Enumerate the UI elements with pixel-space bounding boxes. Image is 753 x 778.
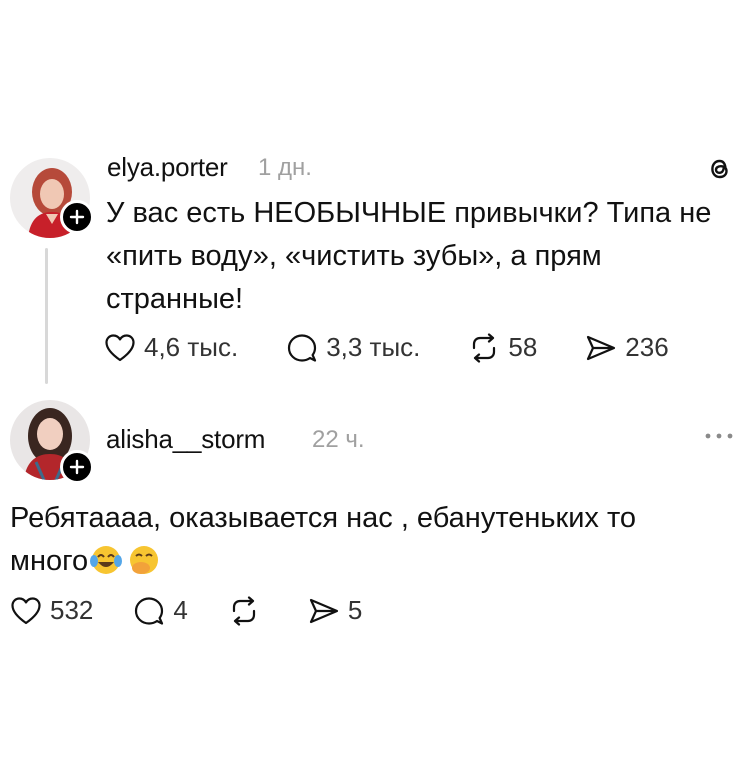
username[interactable]: alisha__storm xyxy=(106,424,265,455)
comment-icon xyxy=(286,333,318,363)
threads-logo-icon xyxy=(705,154,735,184)
post-actions: 532 4 5 xyxy=(10,595,410,626)
reply-button[interactable]: 4 xyxy=(133,595,188,626)
share-count: 236 xyxy=(625,332,669,362)
reply-button[interactable]: 3,3 тыс. xyxy=(286,332,420,363)
like-count: 532 xyxy=(50,595,94,625)
face-with-hand-over-mouth-emoji xyxy=(128,544,160,589)
comment-icon xyxy=(133,596,165,626)
post-time: 22 ч. xyxy=(312,426,365,453)
share-button[interactable]: 236 xyxy=(585,332,669,363)
repost-count: 58 xyxy=(508,332,538,362)
post-time: 1 дн. xyxy=(258,154,312,181)
username[interactable]: elya.porter xyxy=(107,152,228,183)
share-count: 5 xyxy=(347,595,363,625)
like-count: 4,6 тыс. xyxy=(144,332,239,362)
post-text: У вас есть НЕОБЫЧНЫЕ привычки? Типа не «… xyxy=(106,197,712,315)
thread-line xyxy=(45,248,48,384)
post-text: Ребятаааа, оказывается нас , ебанутеньки… xyxy=(10,497,690,589)
like-button[interactable]: 4,6 тыс. xyxy=(104,332,238,363)
follow-plus-button[interactable] xyxy=(60,450,94,484)
face-with-tears-of-joy-emoji xyxy=(90,544,123,589)
post-actions: 4,6 тыс. 3,3 тыс. 58 236 xyxy=(104,332,717,363)
repost-icon xyxy=(228,595,260,626)
reply-count: 4 xyxy=(173,595,188,625)
heart-icon xyxy=(10,596,42,626)
share-button[interactable]: 5 xyxy=(308,595,362,626)
more-icon[interactable] xyxy=(704,432,734,440)
reply-count: 3,3 тыс. xyxy=(326,332,421,362)
repost-button[interactable]: 58 xyxy=(468,332,537,363)
share-icon xyxy=(308,596,340,626)
like-button[interactable]: 532 xyxy=(10,595,93,626)
share-icon xyxy=(585,333,617,363)
heart-icon xyxy=(104,333,136,363)
repost-button[interactable] xyxy=(228,595,268,626)
repost-icon xyxy=(468,332,500,363)
follow-plus-button[interactable] xyxy=(60,200,94,234)
